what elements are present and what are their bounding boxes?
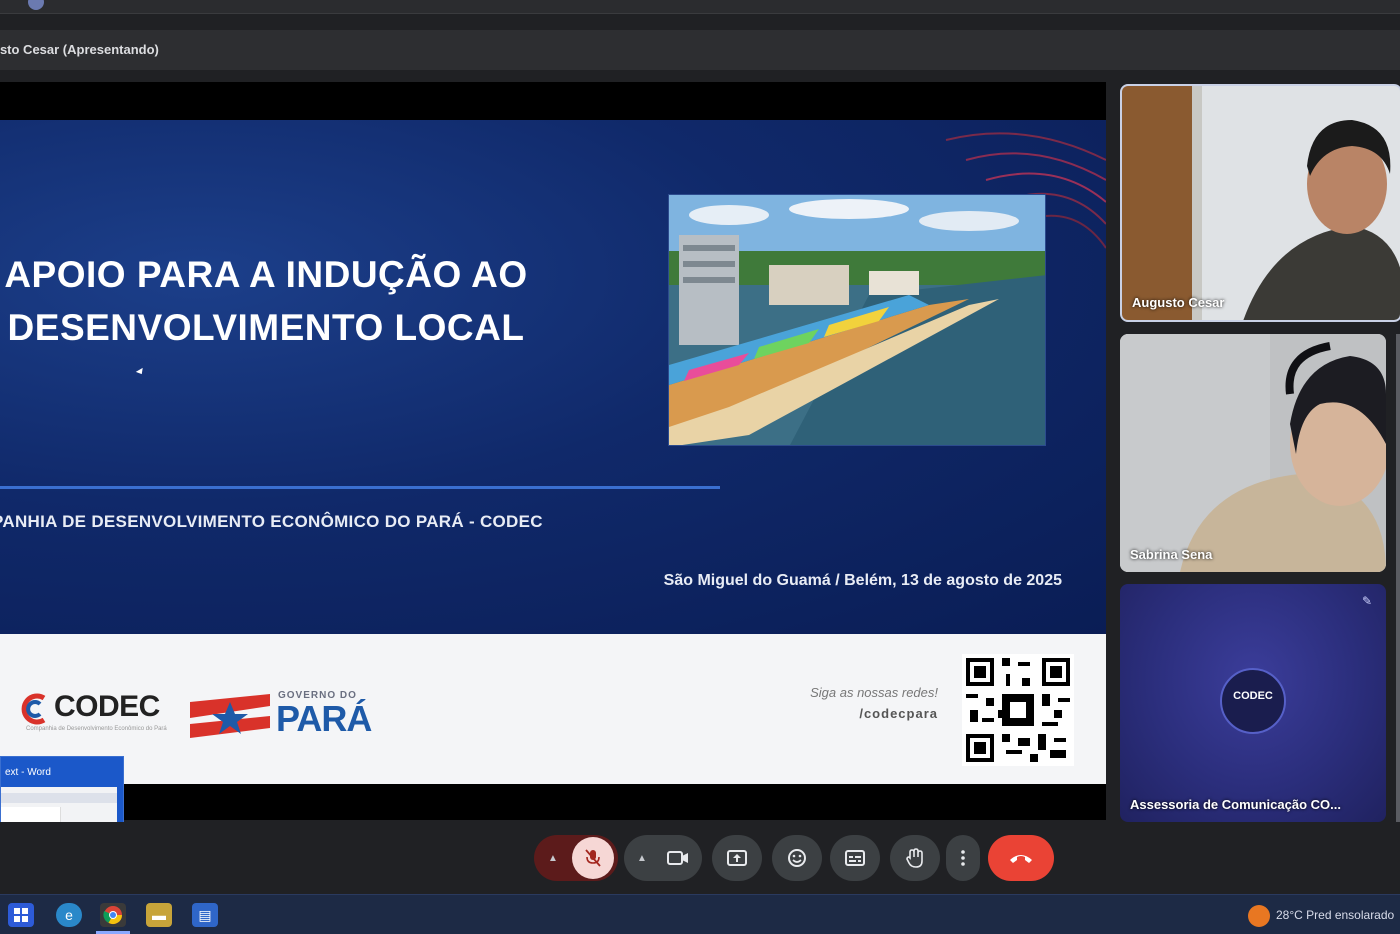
leave-call-button[interactable] [988, 835, 1054, 881]
shared-screen: APOIO PARA A INDUÇÃO AO DESENVOLVIMENTO … [0, 82, 1106, 820]
weather-icon[interactable] [1248, 905, 1270, 927]
codec-mark-icon [21, 693, 46, 725]
next-participant-edge [1396, 334, 1400, 822]
codec-logo-subtitle: Companhia de Desenvolvimento Econômico d… [26, 726, 167, 732]
camera-icon [666, 851, 688, 865]
screen: usto Cesar (Apresentando) APOIO PARA A I… [0, 0, 1400, 934]
chrome-browser-icon[interactable] [100, 903, 126, 927]
participant-tile-3[interactable]: CODEC ✎ Assessoria de Comunicação CO... [1120, 584, 1386, 822]
mic-off-icon [585, 849, 601, 867]
present-screen-button[interactable] [712, 835, 762, 881]
captions-icon [845, 850, 865, 866]
participant-name: Assessoria de Comunicação CO... [1130, 797, 1341, 812]
raise-hand-icon [906, 848, 923, 868]
participant-tile-presenter[interactable]: Augusto Cesar [1120, 84, 1400, 322]
slide-header-area: APOIO PARA A INDUÇÃO AO DESENVOLVIMENTO … [0, 120, 1106, 634]
participant-video-presenter [1122, 86, 1400, 320]
microphone-toggle-button[interactable] [572, 837, 614, 879]
place-and-date: São Miguel do Guamá / Belém, 13 de agost… [663, 572, 1062, 589]
chevron-up-icon: ▲ [548, 852, 558, 864]
more-vertical-icon [961, 850, 965, 866]
presentation-slide: APOIO PARA A INDUÇÃO AO DESENVOLVIMENTO … [0, 120, 1106, 784]
participant-video-2 [1120, 334, 1386, 572]
more-options-button[interactable] [946, 835, 980, 881]
word-ribbon [1, 793, 117, 803]
pin-icon[interactable]: ✎ [1362, 594, 1372, 608]
mouse-cursor-icon [135, 367, 146, 377]
codec-logo-text: CODEC [54, 690, 160, 723]
present-screen-icon [727, 850, 747, 866]
social-handle: /codecpara [859, 706, 938, 721]
edge-browser-icon[interactable]: e [56, 903, 82, 927]
codec-logo: CODEC Companhia de Desenvolvimento Econô… [18, 690, 178, 736]
participant-name: Sabrina Sena [1130, 547, 1213, 562]
file-explorer-icon[interactable]: ▬ [146, 903, 172, 927]
para-flag-icon [190, 694, 270, 738]
weather-status[interactable]: 28°C Pred ensolarado [1276, 908, 1394, 922]
participant-avatar-text: CODEC [1233, 690, 1273, 702]
windows-taskbar: e ▬ ▤ 28°C Pred ensolarado [0, 894, 1400, 934]
slide-divider [0, 486, 720, 489]
participant-avatar: CODEC [1220, 668, 1286, 734]
phone-hangup-icon [1010, 855, 1032, 863]
emoji-icon [788, 849, 806, 867]
social-media-callout: Siga as nossas redes! /codecpara [800, 682, 938, 724]
presenter-label: usto Cesar (Apresentando) [0, 42, 159, 57]
qr-code [962, 654, 1074, 766]
social-callout-text: Siga as nossas redes! [810, 685, 938, 700]
windows-start-icon[interactable] [8, 903, 34, 927]
participant-name: Augusto Cesar [1132, 295, 1225, 310]
chevron-up-icon: ▲ [637, 852, 647, 864]
riverfront-photo [668, 194, 1046, 446]
slide-footer: CODEC Companhia de Desenvolvimento Econô… [0, 634, 1106, 784]
microsoft-store-icon[interactable]: ▤ [192, 903, 218, 927]
slide-title-line-2: DESENVOLVIMENTO LOCAL [7, 307, 525, 348]
meeting-controls: ▲ ▲ [0, 822, 1400, 894]
captions-button[interactable] [830, 835, 880, 881]
browser-tab-strip [0, 0, 1400, 14]
tab-favicon-icon [28, 0, 44, 10]
raise-hand-button[interactable] [890, 835, 940, 881]
word-window-title: ext - Word [5, 767, 51, 778]
presenter-banner: usto Cesar (Apresentando) [0, 30, 1400, 70]
government-state-name: PARÁ [276, 698, 372, 739]
slide-title-line-1: APOIO PARA A INDUÇÃO AO [4, 254, 528, 295]
reactions-button[interactable] [772, 835, 822, 881]
slide-title: APOIO PARA A INDUÇÃO AO DESENVOLVIMENTO … [0, 248, 536, 354]
participant-tile-2[interactable]: Sabrina Sena [1120, 334, 1386, 572]
organization-name: PANHIA DE DESENVOLVIMENTO ECONÔMICO DO P… [0, 512, 543, 531]
camera-toggle-button[interactable]: ▲ [624, 835, 702, 881]
